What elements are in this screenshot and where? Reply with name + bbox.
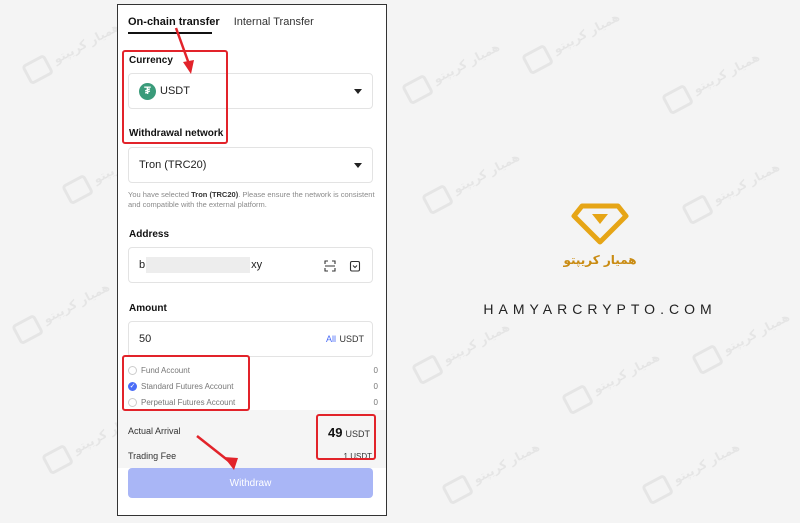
active-tab-indicator [128, 32, 212, 34]
watermark: همیار کریپتو [400, 37, 504, 106]
diamond-logo-icon [571, 203, 629, 245]
amount-unit: USDT [339, 334, 365, 344]
all-amount-link[interactable]: All [326, 334, 336, 344]
trading-fee-label: Trading Fee [128, 451, 177, 461]
watermark: همیار کریپتو [640, 437, 744, 506]
actual-arrival-value: 49 USDT [328, 425, 370, 440]
transfer-tabs: On-chain transfer Internal Transfer [128, 13, 376, 39]
scan-qr-icon[interactable] [324, 260, 336, 272]
amount-label: Amount [129, 303, 167, 314]
currency-label: Currency [129, 55, 173, 66]
address-value-end: xy [251, 259, 263, 271]
watermark: همیار کریپتو [520, 7, 624, 76]
tab-internal-transfer[interactable]: Internal Transfer [234, 13, 314, 39]
brand-block: همیار کریپتو HAMYARCRYPTO.COM [430, 200, 770, 317]
address-value-start: b [139, 259, 146, 271]
withdraw-button[interactable]: Withdraw [128, 468, 373, 498]
radio-unchecked-icon [128, 397, 137, 407]
withdrawal-network-label: Withdrawal network [129, 128, 224, 139]
network-value: Tron (TRC20) [139, 159, 207, 171]
account-option-fund[interactable]: Fund Account 0 [128, 362, 378, 378]
currency-value: USDT [160, 85, 190, 97]
watermark: همیار کریپتو [440, 437, 544, 506]
watermark: همیار کریپتو [20, 17, 124, 86]
account-option-standard-futures[interactable]: ✓ Standard Futures Account 0 [128, 378, 378, 394]
address-input[interactable]: b xy [128, 247, 373, 283]
address-redacted [146, 257, 251, 273]
account-option-perpetual-futures[interactable]: Perpetual Futures Account 0 [128, 394, 378, 410]
caret-down-icon [354, 163, 362, 168]
currency-select[interactable]: ₮ USDT [128, 73, 373, 109]
watermark: همیار کریپتو [660, 47, 764, 116]
withdraw-summary: Actual Arrival 49 USDT Trading Fee 1 USDT [118, 410, 386, 468]
radio-checked-icon: ✓ [128, 381, 137, 391]
network-warning-note: You have selected Tron (TRC20). Please e… [128, 190, 375, 209]
brand-site-name: HAMYARCRYPTO.COM [483, 301, 717, 317]
brand-persian-name: همیار کریپتو [563, 253, 637, 267]
tab-on-chain-transfer[interactable]: On-chain transfer [128, 13, 220, 39]
amount-input[interactable]: 50 All USDT [128, 321, 373, 357]
caret-down-icon [354, 89, 362, 94]
actual-arrival-label: Actual Arrival [128, 426, 181, 436]
radio-unchecked-icon [128, 365, 137, 375]
tether-logo-icon: ₮ [139, 82, 156, 100]
withdraw-screen: On-chain transfer Internal Transfer Curr… [117, 4, 387, 516]
address-label: Address [129, 229, 170, 240]
watermark: همیار کریپتو [10, 277, 114, 346]
watermark: همیار کریپتو [410, 317, 514, 386]
watermark: همیار کریپتو [560, 347, 664, 416]
network-select[interactable]: Tron (TRC20) [128, 147, 373, 183]
address-book-icon[interactable] [349, 260, 361, 272]
trading-fee-value: 1 USDT [343, 452, 372, 461]
amount-value: 50 [139, 333, 152, 345]
